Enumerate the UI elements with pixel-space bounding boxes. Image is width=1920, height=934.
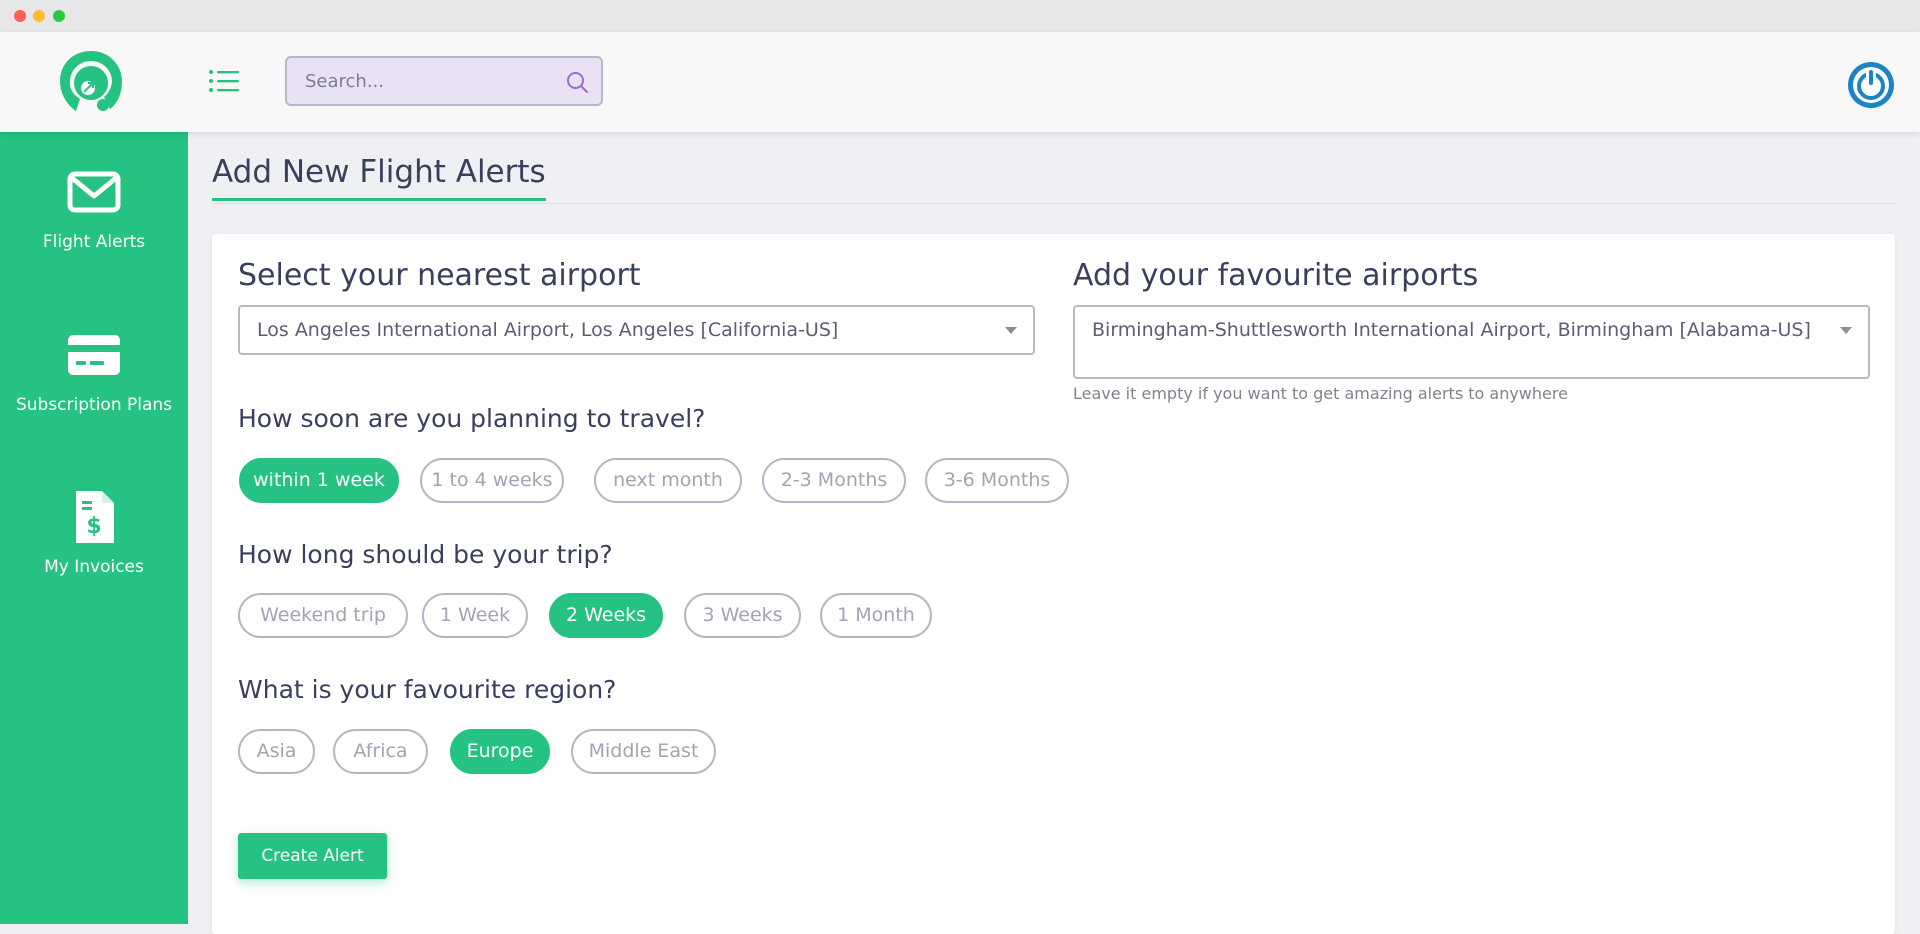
nearest-airport-select[interactable]: Los Angeles International Airport, Los A…	[238, 305, 1035, 355]
plane-logo-icon[interactable]	[58, 49, 124, 113]
nearest-airport-heading: Select your nearest airport	[238, 258, 641, 293]
create-alert-button[interactable]: Create Alert	[238, 833, 387, 879]
credit-card-icon	[68, 335, 120, 375]
region-question: What is your favourite region?	[238, 675, 617, 704]
sidebar-item-label: Subscription Plans	[15, 395, 173, 415]
chevron-down-icon	[1840, 327, 1852, 334]
nearest-airport-value: Los Angeles International Airport, Los A…	[257, 319, 839, 341]
travel-when-option[interactable]: 3-6 Months	[925, 458, 1069, 503]
favourite-airports-heading: Add your favourite airports	[1073, 258, 1479, 293]
trip-length-option[interactable]: 3 Weeks	[684, 593, 801, 638]
trip-length-option[interactable]: Weekend trip	[238, 593, 408, 638]
power-icon[interactable]	[1847, 61, 1895, 109]
invoice-dollar-icon: $	[76, 491, 114, 543]
page-title: Add New Flight Alerts	[212, 154, 546, 201]
minimize-window-button[interactable]	[33, 10, 45, 22]
sidebar: Flight Alerts Subscription Plans $ My In…	[0, 132, 188, 924]
travel-when-option[interactable]: 1 to 4 weeks	[420, 458, 564, 503]
envelope-icon	[67, 171, 121, 213]
region-option[interactable]: Europe	[450, 729, 550, 774]
favourite-airports-helper: Leave it empty if you want to get amazin…	[1073, 384, 1568, 403]
window-titlebar	[0, 0, 1920, 32]
search-box	[285, 56, 603, 106]
top-header	[0, 32, 1920, 132]
sidebar-item-subscription-plans[interactable]: Subscription Plans	[0, 327, 188, 437]
sidebar-item-my-invoices[interactable]: $ My Invoices	[0, 489, 188, 599]
svg-text:$: $	[86, 514, 101, 539]
alert-form-card: Select your nearest airport Los Angeles …	[212, 234, 1895, 934]
travel-when-question: How soon are you planning to travel?	[238, 404, 706, 433]
search-icon[interactable]	[565, 70, 589, 94]
favourite-airports-select[interactable]: Birmingham-Shuttlesworth International A…	[1073, 305, 1870, 379]
favourite-airports-value: Birmingham-Shuttlesworth International A…	[1092, 319, 1811, 341]
list-menu-icon[interactable]	[208, 68, 240, 94]
travel-when-option[interactable]: within 1 week	[239, 458, 399, 503]
region-option[interactable]: Africa	[333, 729, 428, 774]
page-title-bar: Add New Flight Alerts	[212, 150, 1896, 204]
region-option[interactable]: Asia	[238, 729, 315, 774]
close-window-button[interactable]	[14, 10, 26, 22]
travel-when-option[interactable]: next month	[594, 458, 742, 503]
trip-length-option[interactable]: 2 Weeks	[549, 593, 663, 638]
search-input[interactable]	[305, 68, 555, 94]
trip-length-option[interactable]: 1 Month	[820, 593, 932, 638]
maximize-window-button[interactable]	[53, 10, 65, 22]
trip-length-option[interactable]: 1 Week	[422, 593, 528, 638]
chevron-down-icon	[1005, 327, 1017, 334]
trip-length-question: How long should be your trip?	[238, 540, 613, 569]
sidebar-item-flight-alerts[interactable]: Flight Alerts	[0, 164, 188, 274]
region-option[interactable]: Middle East	[571, 729, 716, 774]
travel-when-option[interactable]: 2-3 Months	[762, 458, 906, 503]
sidebar-item-label: My Invoices	[44, 557, 144, 577]
sidebar-item-label: Flight Alerts	[42, 232, 146, 252]
